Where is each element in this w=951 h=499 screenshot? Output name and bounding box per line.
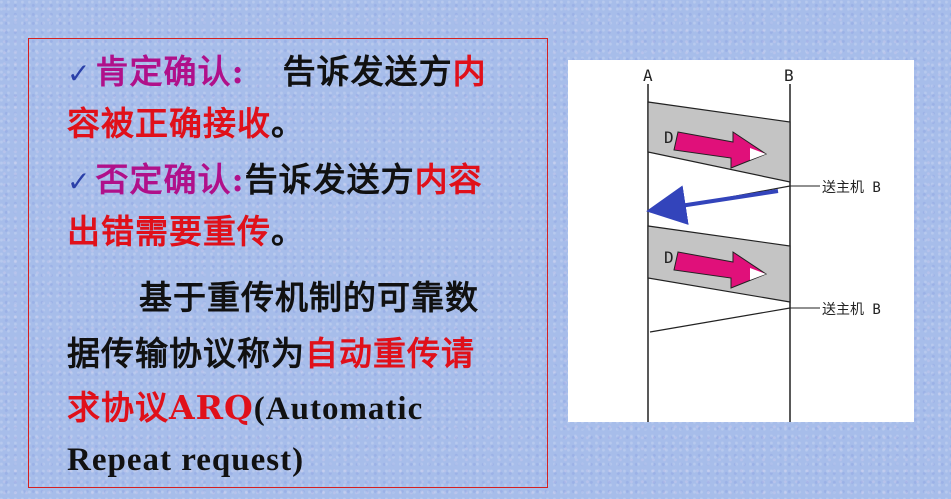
paragraph-text-2-red: 自动重传请 (305, 334, 475, 373)
check-mark-icon: ✓ (67, 165, 92, 198)
arq-timing-diagram: A B D D 送主机 B 送主机 B (568, 60, 914, 422)
ack-line-2 (649, 307, 791, 333)
paragraph-line4: Repeat request) (67, 441, 304, 479)
paragraph-text-2: 据传输协议称为 (67, 334, 305, 373)
paragraph-text-1: 基于重传机制的可靠数 (139, 278, 479, 317)
negative-ack-desc: 告诉发送方 (244, 160, 415, 199)
arq-term: 求协议ARQ (67, 388, 254, 427)
diagram-canvas (646, 84, 820, 422)
arq-english-1: (Automatic (253, 391, 424, 427)
positive-ack-red2: 容被正确接收 (67, 104, 271, 143)
positive-ack-red1: 内 (452, 52, 487, 91)
bullet-negative-ack-line2: 出错需要重传。 (67, 213, 305, 251)
label-host-b: B (784, 66, 794, 85)
positive-ack-desc: 告诉发送方 (282, 52, 453, 91)
check-mark-icon: ✓ (67, 57, 92, 90)
bullet-positive-ack-line2: 容被正确接收。 (67, 105, 305, 143)
arq-english-2: Repeat request) (67, 442, 305, 478)
bullet-positive-ack-line1: ✓ 肯定确认: 告诉发送方内 (67, 53, 487, 93)
negative-ack-end: 。 (271, 212, 305, 251)
paragraph-line3: 求协议ARQ(Automatic (67, 389, 423, 428)
negative-ack-red2: 出错需要重传 (67, 212, 271, 251)
paragraph-line1: 基于重传机制的可靠数 (67, 279, 479, 317)
negative-ack-term: 否定确认: (95, 160, 245, 199)
negative-ack-red1: 内容 (414, 160, 483, 199)
nak-label-2: 送主机 B (822, 302, 881, 318)
text-panel: ✓ 肯定确认: 告诉发送方内 容被正确接收。 ✓ 否定确认:告诉发送方内容 出错需要重… (28, 38, 548, 488)
positive-ack-end: 。 (271, 104, 305, 143)
frame-label-1: D (664, 128, 674, 147)
positive-ack-term: 肯定确认: (95, 52, 245, 91)
nak-label-1: 送主机 B (822, 180, 881, 196)
bullet-negative-ack-line1: ✓ 否定确认:告诉发送方内容 (67, 161, 483, 201)
paragraph-line2: 据传输协议称为自动重传请 (67, 335, 475, 373)
nak-blue-arrow (646, 185, 779, 225)
frame-label-2: D (664, 248, 674, 267)
label-host-a: A (643, 66, 653, 85)
